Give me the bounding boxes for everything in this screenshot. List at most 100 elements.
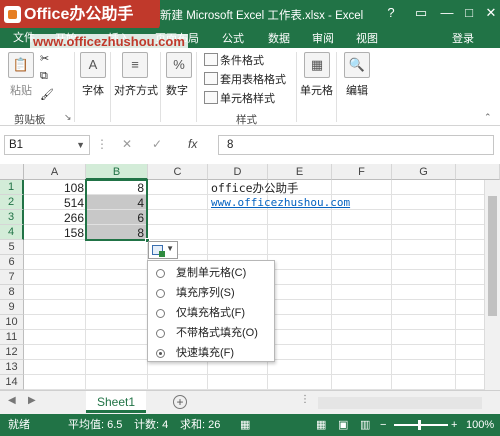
conditional-format-button[interactable]: 条件格式 bbox=[220, 52, 264, 68]
insert-function-icon[interactable]: fx bbox=[188, 137, 197, 151]
column-header-b[interactable]: B bbox=[86, 164, 148, 180]
office-logo-icon bbox=[4, 6, 21, 23]
login-link[interactable]: 登录 bbox=[452, 30, 474, 46]
percent-icon[interactable]: % bbox=[166, 52, 192, 78]
collapse-ribbon-icon[interactable]: ⌃ bbox=[484, 112, 492, 123]
tab-review[interactable]: 审阅 bbox=[312, 30, 334, 46]
paste-icon[interactable]: 📋 bbox=[8, 52, 34, 78]
sheet-tab-sheet1[interactable]: Sheet1 bbox=[86, 391, 146, 413]
paste-button[interactable]: 粘贴 bbox=[10, 82, 32, 98]
cell-a4[interactable]: 158 bbox=[26, 225, 84, 241]
more-icon: ⋮ bbox=[96, 137, 108, 151]
row-header-1[interactable]: 1 bbox=[0, 180, 24, 195]
tab-formulas[interactable]: 公式 bbox=[222, 30, 244, 46]
next-sheet-icon[interactable]: ▶ bbox=[28, 395, 36, 406]
zoom-slider-handle[interactable] bbox=[418, 420, 421, 430]
selection-border bbox=[85, 179, 148, 241]
close-button[interactable]: ✕ bbox=[480, 3, 500, 23]
cell-style-icon[interactable] bbox=[204, 91, 218, 104]
column-header-f[interactable]: F bbox=[332, 164, 392, 180]
menu-item-flash-fill[interactable]: 快速填充(F) bbox=[148, 343, 274, 363]
cells-icon[interactable]: ▦ bbox=[304, 52, 330, 78]
binoculars-icon[interactable]: 🔍 bbox=[344, 52, 370, 78]
zoom-out-icon[interactable]: − bbox=[380, 414, 386, 436]
radio-icon[interactable] bbox=[156, 289, 165, 298]
menu-item-fill-series[interactable]: 填充序列(S) bbox=[148, 283, 274, 303]
name-box[interactable]: B1 ▼ bbox=[4, 135, 90, 155]
table-format-button[interactable]: 套用表格格式 bbox=[220, 71, 286, 87]
column-header-a[interactable]: A bbox=[24, 164, 86, 180]
help-button[interactable]: ? bbox=[380, 3, 402, 23]
row-header-3[interactable]: 3 bbox=[0, 210, 24, 225]
minimize-button[interactable]: — bbox=[436, 3, 458, 23]
chevron-down-icon[interactable]: ▼ bbox=[76, 136, 85, 154]
column-header-c[interactable]: C bbox=[148, 164, 208, 180]
add-sheet-button[interactable]: + bbox=[173, 395, 187, 409]
enter-icon[interactable]: ✓ bbox=[152, 137, 162, 151]
prev-sheet-icon[interactable]: ◀ bbox=[8, 395, 16, 406]
menu-item-fill-without-formatting[interactable]: 不带格式填充(O) bbox=[148, 323, 274, 343]
tab-view[interactable]: 视图 bbox=[356, 30, 378, 46]
row-header-9[interactable]: 9 bbox=[0, 300, 24, 315]
formula-input[interactable]: 8 bbox=[218, 135, 494, 155]
cell-d2-hyperlink[interactable]: www.officezhushou.com bbox=[211, 195, 350, 211]
cancel-icon[interactable]: ✕ bbox=[122, 137, 132, 151]
number-button[interactable]: 数字 bbox=[166, 82, 188, 98]
radio-selected-icon[interactable] bbox=[156, 349, 165, 358]
alignment-button[interactable]: 对齐方式 bbox=[114, 82, 158, 98]
row-header-5[interactable]: 5 bbox=[0, 240, 24, 255]
cell-a2[interactable]: 514 bbox=[26, 195, 84, 211]
select-all-corner[interactable] bbox=[0, 164, 24, 180]
alignment-icon[interactable]: ≡ bbox=[122, 52, 148, 78]
row-header-10[interactable]: 10 bbox=[0, 315, 24, 330]
maximize-button[interactable]: □ bbox=[458, 3, 480, 23]
row-header-14[interactable]: 14 bbox=[0, 375, 24, 390]
copy-icon[interactable]: ⧉ bbox=[40, 70, 48, 83]
tab-data[interactable]: 数据 bbox=[268, 30, 290, 46]
row-header-13[interactable]: 13 bbox=[0, 360, 24, 375]
row-header-11[interactable]: 11 bbox=[0, 330, 24, 345]
watermark-logo: Office办公助手 bbox=[0, 0, 160, 30]
editing-button[interactable]: 编辑 bbox=[346, 82, 368, 98]
gridline bbox=[24, 374, 500, 375]
status-menu-icon[interactable]: ▦ bbox=[240, 414, 250, 436]
table-format-icon[interactable] bbox=[204, 72, 218, 85]
cell-a1[interactable]: 108 bbox=[26, 180, 84, 196]
row-header-12[interactable]: 12 bbox=[0, 345, 24, 360]
vertical-scrollbar[interactable] bbox=[484, 180, 500, 390]
row-header-2[interactable]: 2 bbox=[0, 195, 24, 210]
row-header-4[interactable]: 4 bbox=[0, 225, 24, 240]
radio-icon[interactable] bbox=[156, 309, 165, 318]
normal-view-icon[interactable]: ▦ bbox=[316, 414, 326, 436]
radio-icon[interactable] bbox=[156, 269, 165, 278]
row-header-7[interactable]: 7 bbox=[0, 270, 24, 285]
cell-d1[interactable]: office办公助手 bbox=[211, 180, 299, 196]
format-painter-icon[interactable]: 🖌 bbox=[40, 88, 54, 101]
dialog-launcher-icon[interactable]: ↘ bbox=[64, 112, 72, 123]
zoom-slider[interactable] bbox=[394, 424, 448, 426]
status-count: 计数: 4 bbox=[134, 419, 169, 431]
column-header-g[interactable]: G bbox=[392, 164, 456, 180]
conditional-format-icon[interactable] bbox=[204, 53, 218, 66]
menu-item-copy-cells[interactable]: 复制单元格(C) bbox=[148, 263, 274, 283]
scrollbar-thumb[interactable] bbox=[488, 196, 497, 316]
radio-icon[interactable] bbox=[156, 329, 165, 338]
cells-button[interactable]: 单元格 bbox=[300, 82, 333, 98]
page-layout-view-icon[interactable]: ▣ bbox=[338, 414, 348, 436]
column-header-d[interactable]: D bbox=[208, 164, 268, 180]
autofill-options-button[interactable]: ▼ bbox=[148, 241, 178, 259]
zoom-level[interactable]: 100% bbox=[466, 414, 494, 436]
font-icon[interactable]: A bbox=[80, 52, 106, 78]
horizontal-scrollbar[interactable] bbox=[318, 397, 482, 409]
zoom-in-icon[interactable]: + bbox=[451, 414, 457, 436]
restore-ribbon-button[interactable]: ▭ bbox=[410, 3, 432, 23]
cell-style-button[interactable]: 单元格样式 bbox=[220, 90, 275, 106]
row-header-8[interactable]: 8 bbox=[0, 285, 24, 300]
column-header-e[interactable]: E bbox=[268, 164, 332, 180]
font-button[interactable]: 字体 bbox=[82, 82, 104, 98]
cell-a3[interactable]: 266 bbox=[26, 210, 84, 226]
cut-icon[interactable]: ✂ bbox=[40, 52, 49, 65]
menu-item-fill-formatting-only[interactable]: 仅填充格式(F) bbox=[148, 303, 274, 323]
page-break-view-icon[interactable]: ▥ bbox=[360, 414, 370, 436]
row-header-6[interactable]: 6 bbox=[0, 255, 24, 270]
